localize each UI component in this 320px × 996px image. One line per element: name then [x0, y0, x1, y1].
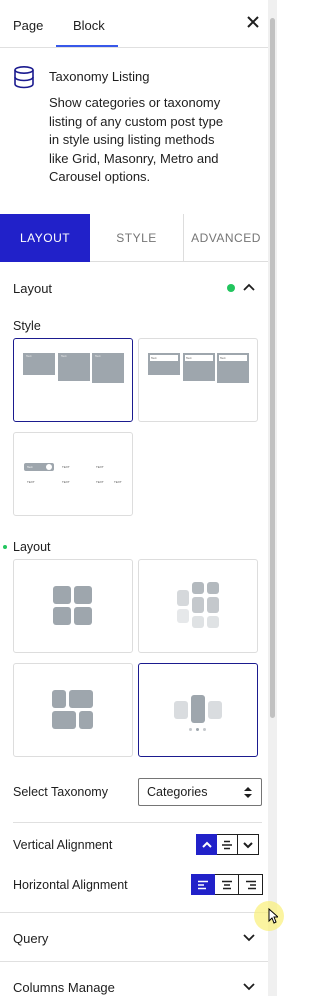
metro-cell — [52, 711, 76, 729]
layout-option-masonry[interactable] — [138, 559, 258, 653]
horizontal-alignment-label: Horizontal Alignment — [13, 878, 128, 892]
database-icon — [13, 65, 35, 89]
metro-cell — [79, 711, 93, 729]
thumb-text: Text — [27, 465, 33, 469]
vertical-alignment-label: Vertical Alignment — [13, 838, 113, 852]
thumb-text: TEXT — [96, 465, 104, 469]
query-section-title[interactable]: Query — [13, 931, 48, 946]
style-label: Style — [13, 319, 41, 333]
thumb-text: Text — [220, 356, 226, 360]
masonry-cell — [207, 616, 219, 628]
layout-option-grid[interactable] — [13, 559, 133, 653]
chevron-up-icon[interactable] — [242, 281, 256, 296]
align-left-button[interactable] — [191, 874, 215, 895]
thumb-text: Text — [26, 354, 32, 358]
style-option-3[interactable]: Text TEXT TEXT TEXT TEXT TEXT TEXT — [13, 432, 133, 516]
masonry-cell — [207, 597, 219, 613]
style-option-2[interactable]: Text Text Text — [138, 338, 258, 422]
carousel-dot — [196, 728, 199, 731]
select-taxonomy-label: Select Taxonomy — [13, 785, 108, 799]
metro-cell — [52, 690, 66, 708]
grid-cell — [53, 607, 71, 625]
cursor-icon — [268, 907, 280, 927]
layout-status-dot — [3, 545, 7, 549]
carousel-slide-active — [191, 695, 205, 723]
align-center-button[interactable] — [215, 874, 239, 895]
settings-divider — [13, 822, 262, 823]
align-bottom-button[interactable] — [238, 834, 259, 855]
layout-option-carousel[interactable] — [138, 663, 258, 757]
layout-label: Layout — [13, 540, 51, 554]
carousel-slide — [208, 701, 222, 719]
panel-divider — [0, 961, 268, 962]
style-option-1[interactable]: Text Text Text — [13, 338, 133, 422]
masonry-cell — [177, 590, 189, 606]
horizontal-alignment-group — [191, 874, 263, 895]
thumb-text: Text — [186, 356, 192, 360]
scrollbar-thumb[interactable] — [270, 18, 275, 718]
chevron-down-icon[interactable] — [242, 981, 256, 996]
scrollbar[interactable] — [268, 0, 277, 996]
select-taxonomy-dropdown[interactable]: Categories — [138, 778, 262, 806]
columns-manage-section-title[interactable]: Columns Manage — [13, 980, 115, 995]
thumb-text: TEXT — [27, 480, 35, 484]
grid-cell — [74, 607, 92, 625]
masonry-cell — [192, 616, 204, 628]
grid-cell — [53, 586, 71, 604]
tab-advanced[interactable]: ADVANCED — [184, 214, 268, 262]
tab-layout[interactable]: LAYOUT — [0, 214, 90, 262]
status-dot — [227, 284, 235, 292]
masonry-cell — [207, 582, 219, 594]
carousel-dot — [203, 728, 206, 731]
thumb-text: TEXT — [62, 480, 70, 484]
align-right-button[interactable] — [239, 874, 263, 895]
thumb-text: Text — [95, 354, 101, 358]
layout-option-metro[interactable] — [13, 663, 133, 757]
align-top-button[interactable] — [196, 834, 217, 855]
select-taxonomy-value: Categories — [147, 785, 208, 799]
panel-divider — [0, 912, 268, 913]
thumb-pill-dot — [46, 464, 52, 470]
thumb-text: TEXT — [96, 480, 104, 484]
align-middle-button[interactable] — [217, 834, 238, 855]
metro-cell — [69, 690, 93, 708]
chevron-down-icon[interactable] — [242, 932, 256, 947]
thumb-text: TEXT — [62, 465, 70, 469]
close-icon[interactable] — [245, 14, 261, 30]
carousel-dot — [189, 728, 192, 731]
header-divider — [0, 47, 268, 48]
block-title: Taxonomy Listing — [49, 69, 150, 84]
grid-cell — [74, 586, 92, 604]
masonry-cell — [177, 609, 189, 623]
thumb-text: Text — [61, 354, 67, 358]
tab-page[interactable]: Page — [13, 18, 43, 33]
sort-caret-icon — [244, 787, 252, 801]
tab-block[interactable]: Block — [73, 18, 105, 33]
carousel-slide — [174, 701, 188, 719]
tab-style[interactable]: STYLE — [90, 214, 184, 262]
layout-panel-title[interactable]: Layout — [13, 281, 52, 296]
vertical-alignment-group — [196, 834, 259, 855]
thumb-text: TEXT — [114, 480, 122, 484]
thumb-text: Text — [151, 356, 157, 360]
masonry-cell — [192, 597, 204, 613]
masonry-cell — [192, 582, 204, 594]
block-description: Show categories or taxonomy listing of a… — [49, 95, 224, 184]
